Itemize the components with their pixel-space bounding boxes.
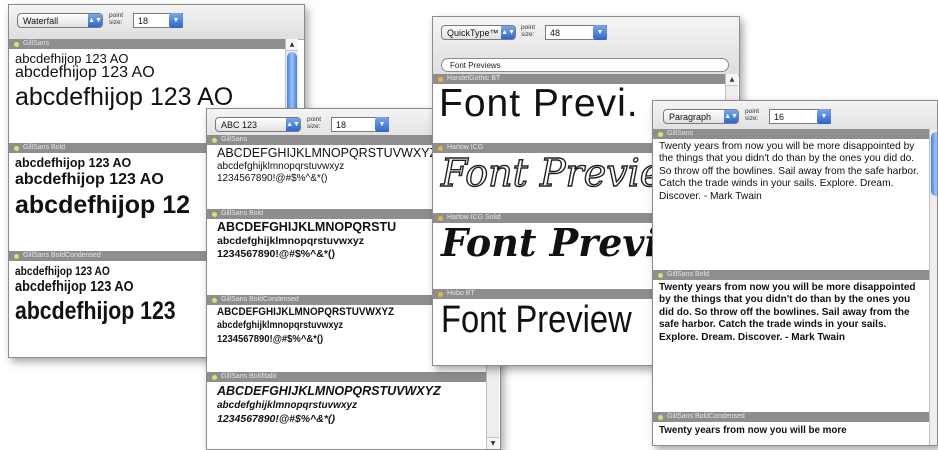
sample-line-small: abcdefhijop 123 AO [15,264,110,278]
sample-line-medium: abcdefhijop 123 AO [15,171,164,188]
popup-arrows-icon: ▲▼ [286,118,300,131]
popup-arrows-icon: ▲▼ [501,26,515,39]
font-header[interactable]: GillSans BoldCondensed [653,412,929,422]
preview-mode-label: Paragraph [669,112,712,122]
sample-numbers: 1234567890!@#$%^&*() [217,248,335,260]
paragraph-sample: Twenty years from now you will be more [659,425,847,436]
size-menu-icon[interactable]: ▼ [169,13,183,28]
vertical-scrollbar[interactable] [929,129,937,445]
point-size-value: 18 [336,120,347,130]
popup-arrows-icon: ▲▼ [724,110,738,123]
sample-quicktype: Font Preview [441,299,632,341]
sample-line-large: abcdefhijop 123 AO [15,83,234,111]
point-size-field[interactable]: 16 ▼ [769,109,831,124]
sample-numbers: 1234567890!@#$%^&*() [217,413,335,425]
status-dot-icon [212,298,217,303]
sample-line-large: abcdefhijop 123 [15,297,176,325]
scroll-up-icon[interactable]: ▲ [286,39,298,51]
sample-line-large: abcdefhijop 12 [15,191,191,219]
status-dot-icon [14,146,19,151]
status-dot-icon [14,42,19,47]
sample-line-medium: abcdefhijop 123 AO [15,278,134,295]
preview-text-value: Font Previews [450,61,501,70]
sample-lowercase: abcdefghijklmnopqrstuvwxyz [217,235,365,247]
size-menu-icon[interactable]: ▼ [817,109,831,124]
point-size-label: point size: [521,24,536,38]
sample-line-small: abcdefhijop 123 AO [15,156,132,170]
scroll-up-icon[interactable]: ▲ [726,74,738,86]
font-header[interactable]: GillSans [653,129,929,139]
popup-arrows-icon: ▲▼ [88,14,102,27]
preview-mode-popup[interactable]: Waterfall ▲▼ [17,13,103,28]
status-dot-icon [212,375,217,380]
status-dot-icon [658,415,663,420]
point-size-label: point size: [745,108,760,122]
sample-lowercase: abcdefghijklmnopqrstuvwxyz [217,161,345,172]
status-dot-icon [212,138,217,143]
point-size-value: 18 [138,16,149,26]
sample-uppercase: ABCDEFGHIJKLMNOPQRSTU [217,220,397,234]
paragraph-sample: Twenty years from now you will be more d… [659,141,919,202]
scroll-thumb[interactable] [931,132,937,196]
preview-mode-popup[interactable]: ABC 123 ▲▼ [215,117,301,132]
sample-uppercase: ABCDEFGHIJKLMNOPQRSTUVWXYZ [217,306,395,318]
preview-text-field[interactable]: Font Previews [441,58,729,72]
sample-line-medium: abcdefhijop 123 AO [15,64,155,81]
point-size-field[interactable]: 18 ▼ [133,13,183,28]
point-size-label: point size: [307,116,322,130]
size-menu-icon[interactable]: ▼ [375,117,389,132]
paragraph-sample: Twenty years from now you will be more d… [659,282,916,343]
size-menu-icon[interactable]: ▼ [593,25,607,40]
status-dot-icon [212,212,217,217]
point-size-field[interactable]: 18 ▼ [331,117,389,132]
font-header[interactable]: GillSans [9,39,285,49]
point-size-field[interactable]: 48 ▼ [545,25,607,40]
scroll-down-icon[interactable]: ▼ [487,437,499,449]
preview-mode-label: Waterfall [23,16,59,26]
preview-mode-popup[interactable]: Paragraph ▲▼ [663,109,739,124]
point-size-value: 48 [550,28,561,38]
status-dot-icon [438,292,443,297]
font-header[interactable]: GillSans BoldItalic [207,372,486,382]
sample-lowercase: abcdefghijklmnopqrstuvwxyz [217,400,358,411]
status-dot-icon [658,132,663,137]
preview-mode-label: ABC 123 [221,120,258,130]
sample-quicktype: Font Previ. [439,82,639,125]
point-size-label: point size: [109,12,124,26]
preview-mode-popup[interactable]: QuickType™ ▲▼ [441,25,516,40]
preview-mode-label: QuickType™ [447,28,499,38]
font-header[interactable]: GillSans Bold [653,270,929,280]
point-size-value: 16 [774,112,785,122]
sample-uppercase: ABCDEFGHIJKLMNOPQRSTUVWXYZ [217,384,441,398]
status-dot-icon [658,273,663,278]
sample-lowercase: abcdefghijklmnopqrstuvwxyz [217,320,344,331]
paragraph-preview-window: Paragraph ▲▼ point size: 16 ▼ GillSans T… [652,100,938,446]
sample-numbers: 1234567890!@#$%^&*() [217,333,324,345]
status-dot-icon [14,254,19,259]
sample-numbers: 1234567890!@#$%^&*() [217,173,328,184]
sample-uppercase: ABCDEFGHIJKLMNOPQRSTUVWXYZ [217,146,438,160]
